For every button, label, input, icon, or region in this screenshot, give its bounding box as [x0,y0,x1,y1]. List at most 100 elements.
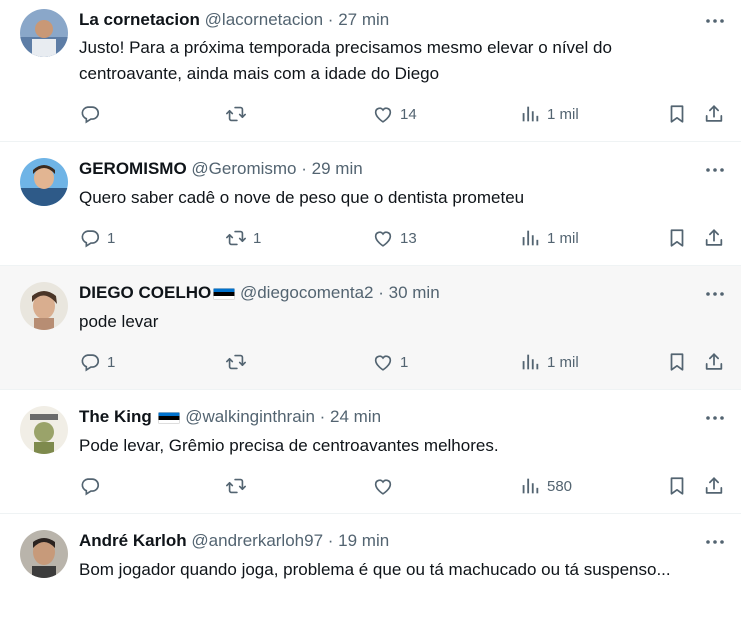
avatar[interactable] [20,9,68,57]
views-icon [519,475,541,497]
tweet-text: Pode levar, Grêmio precisa de centroavan… [79,436,499,455]
bookmark-button[interactable] [666,474,688,498]
action-bar: 1 1 13 1 mil [79,226,729,250]
more-icon[interactable] [703,284,727,304]
avatar[interactable] [20,530,68,578]
retweet-icon [225,351,247,373]
share-button[interactable] [703,474,725,498]
reply-icon [79,351,101,373]
more-icon[interactable] [703,160,727,180]
tweet-4[interactable]: The King @walkinginthrain · 24 min Pode … [0,390,741,514]
author-handle[interactable]: @andrerkarloh97 [191,531,323,550]
author-handle[interactable]: @lacornetacion [205,10,323,29]
views-icon [519,103,541,125]
timestamp[interactable]: 29 min [312,159,363,178]
like-button[interactable]: 1 [372,350,408,374]
avatar[interactable] [20,406,68,454]
share-button[interactable] [703,226,725,250]
heart-icon [372,227,394,249]
separator: · [327,10,334,29]
tweet-header: The King @walkinginthrain · 24 min [79,406,381,428]
like-button[interactable] [372,474,400,498]
estonia-flag-icon [158,412,180,424]
tweet-text: Justo! Para a próxima temporada precisam… [79,38,612,83]
tweet-3[interactable]: DIEGO COELHO @diegocomenta2 · 30 min pod… [0,266,741,390]
views-count: 1 mil [547,229,579,247]
retweet-icon [225,227,247,249]
share-button[interactable] [703,350,725,374]
tweet-text: Bom jogador quando joga, problema é que … [79,560,671,579]
views-button[interactable]: 1 mil [519,226,579,250]
tweet-text: pode levar [79,312,159,331]
reply-button[interactable] [79,474,107,498]
heart-icon [372,103,394,125]
bookmark-button[interactable] [666,350,688,374]
timestamp[interactable]: 30 min [389,283,440,302]
reply-button[interactable]: 1 [79,350,115,374]
heart-icon [372,351,394,373]
more-icon[interactable] [703,408,727,428]
reply-count: 1 [107,229,116,247]
author-name[interactable]: GEROMISMO [79,159,187,178]
action-bar: 1 1 1 mil [79,350,729,374]
tweet-1[interactable]: La cornetacion @lacornetacion · 27 min J… [0,0,741,142]
share-icon [703,475,725,497]
tweet-header: André Karloh @andrerkarloh97 · 19 min [79,530,389,552]
author-name[interactable]: DIEGO COELHO [79,283,211,302]
action-bar: 580 [79,474,729,498]
author-handle[interactable]: @Geromismo [191,159,296,178]
retweet-button[interactable]: 1 [225,226,261,250]
reply-count: 1 [107,353,116,371]
reply-button[interactable] [79,102,107,126]
action-bar: 14 1 mil [79,102,729,126]
share-icon [703,103,725,125]
heart-icon [372,475,394,497]
tweet-2[interactable]: GEROMISMO @Geromismo · 29 min Quero sabe… [0,142,741,266]
tweet-header: La cornetacion @lacornetacion · 27 min [79,9,389,31]
author-handle[interactable]: @diegocomenta2 [240,283,374,302]
separator: · [301,159,307,178]
like-count: 1 [400,353,409,371]
avatar[interactable] [20,282,68,330]
tweet-text: Quero saber cadê o nove de peso que o de… [79,188,525,207]
separator: · [327,531,334,550]
tweet-header: DIEGO COELHO @diegocomenta2 · 30 min [79,282,440,304]
retweet-button[interactable] [225,102,253,126]
tweet-header: GEROMISMO @Geromismo · 29 min [79,158,363,180]
timestamp[interactable]: 24 min [330,407,381,426]
author-handle[interactable]: @walkinginthrain [185,407,315,426]
like-count: 13 [400,229,417,247]
timestamp[interactable]: 19 min [338,531,389,550]
share-button[interactable] [703,102,725,126]
author-name[interactable]: André Karloh [79,531,187,550]
tweet-5[interactable]: André Karloh @andrerkarloh97 · 19 min Bo… [0,514,741,617]
views-count: 580 [547,477,573,495]
more-icon[interactable] [703,11,727,31]
bookmark-button[interactable] [666,102,688,126]
views-button[interactable]: 1 mil [519,350,579,374]
reply-icon [79,103,101,125]
views-button[interactable]: 1 mil [519,102,579,126]
share-icon [703,227,725,249]
bookmark-button[interactable] [666,226,688,250]
bookmark-icon [666,227,688,249]
author-name[interactable]: The King [79,407,152,426]
avatar[interactable] [20,158,68,206]
bookmark-icon [666,475,688,497]
reply-icon [79,475,101,497]
author-name[interactable]: La cornetacion [79,10,200,29]
views-button[interactable]: 580 [519,474,572,498]
reply-button[interactable]: 1 [79,226,115,250]
retweet-icon [225,103,247,125]
like-button[interactable]: 13 [372,226,417,250]
retweet-button[interactable] [225,474,253,498]
retweet-button[interactable] [225,350,253,374]
like-button[interactable]: 14 [372,102,417,126]
views-icon [519,227,541,249]
separator: · [319,407,326,426]
reply-icon [79,227,101,249]
bookmark-icon [666,351,688,373]
retweet-icon [225,475,247,497]
more-icon[interactable] [703,532,727,552]
timestamp[interactable]: 27 min [338,10,389,29]
